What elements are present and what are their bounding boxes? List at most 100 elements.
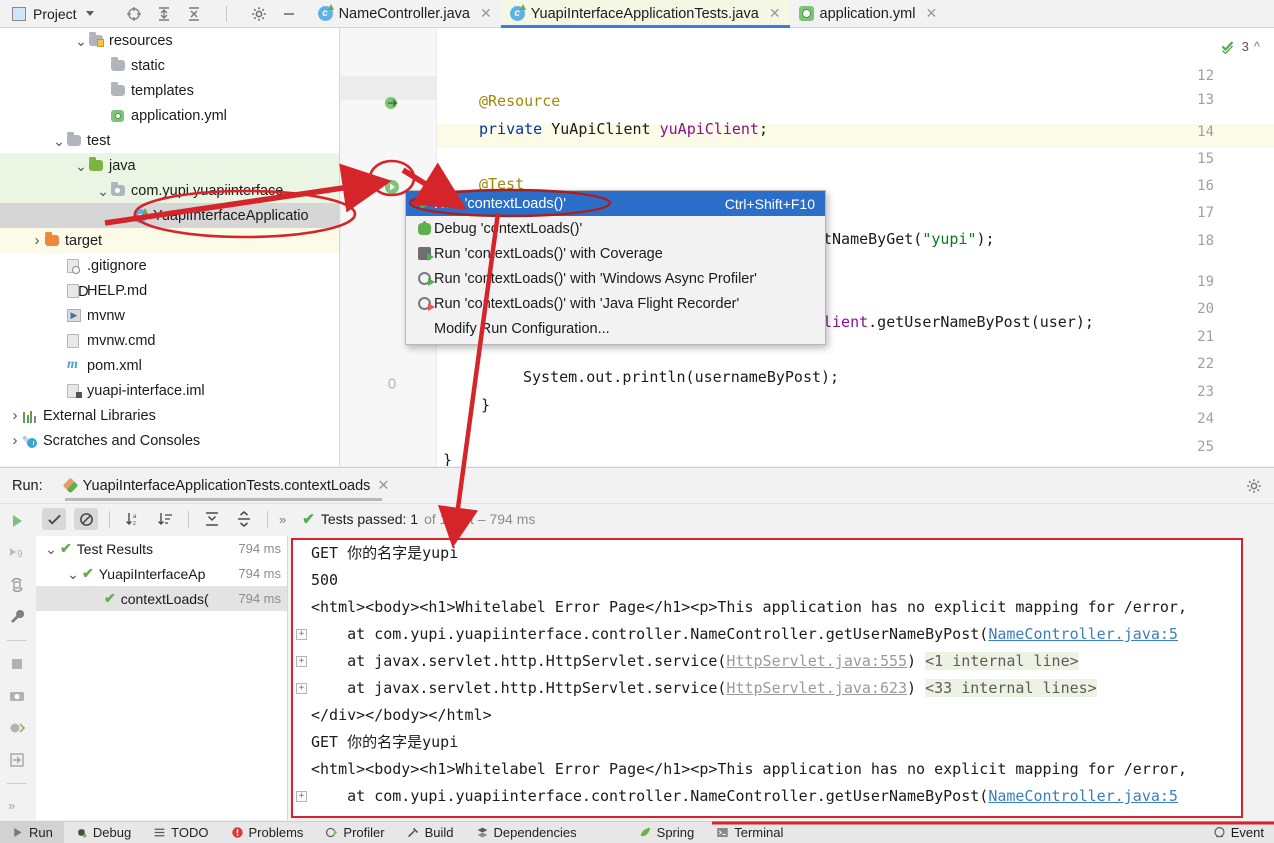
- chevron-down-icon[interactable]: ⌄: [96, 184, 110, 198]
- expand-all-icon[interactable]: [200, 508, 224, 530]
- chevron-up-icon[interactable]: ^: [1254, 39, 1260, 54]
- chevron-down-icon[interactable]: ⌄: [74, 34, 88, 48]
- run-test-gutter-icon[interactable]: [383, 178, 401, 196]
- run-context-menu[interactable]: Run 'contextLoads()' Ctrl+Shift+F10 Debu…: [405, 190, 826, 345]
- statusbar-item-dependencies[interactable]: Dependencies: [465, 822, 588, 843]
- project-tree-row[interactable]: ›✎ Scratches and Consoles: [0, 428, 339, 453]
- statusbar-event-log[interactable]: Event: [1213, 825, 1274, 840]
- close-icon[interactable]: ✕: [480, 5, 492, 22]
- show-ignored-toggle[interactable]: [74, 508, 98, 530]
- close-icon[interactable]: ✕: [377, 478, 389, 494]
- chevron-down-icon[interactable]: ⌄: [44, 542, 58, 556]
- collapse-all-icon[interactable]: [186, 6, 202, 22]
- editor-tab-0[interactable]: c NameController.java ✕: [309, 0, 501, 28]
- statusbar-item-spring[interactable]: Spring: [628, 822, 706, 843]
- project-tree-row[interactable]: .gitignore: [0, 253, 339, 278]
- more-toolbar-actions-icon[interactable]: »: [279, 512, 286, 527]
- fold-expand-icon[interactable]: +: [296, 656, 307, 667]
- fold-expand-icon[interactable]: +: [296, 683, 307, 694]
- sort-by-duration-icon[interactable]: [153, 508, 177, 530]
- fold-expand-icon[interactable]: +: [296, 629, 307, 640]
- project-tree-row[interactable]: ⌄ test: [0, 128, 339, 153]
- chevron-down-icon[interactable]: ⌄: [66, 567, 80, 581]
- stacktrace-link[interactable]: HttpServlet.java:623: [726, 679, 907, 697]
- project-tree-row[interactable]: ▶ mvnw: [0, 303, 339, 328]
- statusbar-item-debug[interactable]: Debug: [64, 822, 142, 843]
- project-view-selector[interactable]: Project: [0, 0, 102, 28]
- chevron-down-icon[interactable]: ⌄: [52, 134, 66, 148]
- project-tree-row[interactable]: ⌄ java: [0, 153, 339, 178]
- test-tree-row[interactable]: ⌄ ✔ YuapiInterfaceAp 794 ms: [36, 561, 287, 586]
- test-duration: 794 ms: [238, 591, 281, 606]
- stacktrace-link[interactable]: HttpServlet.java:555: [726, 652, 907, 670]
- project-tree-row[interactable]: application.yml: [0, 103, 339, 128]
- project-tree-row[interactable]: ⌄ resources: [0, 28, 339, 53]
- gear-icon[interactable]: [251, 6, 267, 22]
- show-passed-toggle[interactable]: [42, 508, 66, 530]
- test-results-tree[interactable]: ⌄ ✔ Test Results 794 ms ⌄ ✔ YuapiInterfaceAp 79…: [36, 536, 288, 820]
- settings-wrench-icon[interactable]: [8, 608, 26, 626]
- stop-icon[interactable]: [8, 655, 26, 673]
- project-tree-row[interactable]: templates: [0, 78, 339, 103]
- project-tree-panel[interactable]: ⌄ resources static templates application.yml…: [0, 28, 340, 466]
- locate-icon[interactable]: [126, 6, 142, 22]
- statusbar-item-build[interactable]: Build: [396, 822, 465, 843]
- expand-all-icon[interactable]: [156, 6, 172, 22]
- code-fold-icon[interactable]: [383, 375, 401, 393]
- project-tree-row[interactable]: m pom.xml: [0, 353, 339, 378]
- toggle-auto-test-icon[interactable]: [8, 576, 26, 594]
- context-menu-item-coverage[interactable]: Run 'contextLoads()' with Coverage: [406, 241, 825, 266]
- project-tree-row[interactable]: yuapi-interface.iml: [0, 378, 339, 403]
- run-configuration-tab[interactable]: YuapiInterfaceApplicationTests.contextLo…: [59, 468, 396, 504]
- line-number: 22: [1197, 356, 1214, 372]
- statusbar-item-run[interactable]: Run: [0, 821, 64, 843]
- inspection-status[interactable]: 3 ^: [1221, 38, 1260, 54]
- context-menu-item-flight-recorder[interactable]: Run 'contextLoads()' with 'Java Flight R…: [406, 291, 825, 316]
- statusbar-item-problems[interactable]: Problems: [220, 822, 315, 843]
- run-tool-header: Run: YuapiInterfaceApplicationTests.cont…: [0, 468, 1274, 504]
- console-output[interactable]: GET 你的名字是yupi 500 <html><body><h1>Whitelab…: [291, 538, 1243, 818]
- stacktrace-link[interactable]: NameController.java:5: [988, 625, 1178, 643]
- stacktrace-link[interactable]: NameController.java:5: [988, 787, 1178, 805]
- screenshot-icon[interactable]: [8, 687, 26, 705]
- statusbar-item-todo[interactable]: TODO: [142, 822, 219, 843]
- rerun-icon[interactable]: [8, 512, 26, 530]
- close-icon[interactable]: ✕: [769, 5, 781, 22]
- context-menu-item-run[interactable]: Run 'contextLoads()' Ctrl+Shift+F10: [406, 191, 825, 216]
- test-tree-row[interactable]: ⌄ ✔ Test Results 794 ms: [36, 536, 287, 561]
- editor-tab-1[interactable]: c YuapiInterfaceApplicationTests.java ✕: [500, 0, 790, 28]
- context-menu-item-modify-config[interactable]: Modify Run Configuration...: [406, 316, 825, 341]
- project-tree-row[interactable]: static: [0, 53, 339, 78]
- editor-tab-2[interactable]: application.yml ✕: [790, 0, 947, 28]
- project-tree-row[interactable]: MDHELP.md: [0, 278, 339, 303]
- project-tree-row[interactable]: › External Libraries: [0, 403, 339, 428]
- internal-lines-fold[interactable]: <33 internal lines>: [925, 679, 1097, 697]
- thread-dump-icon[interactable]: [8, 719, 26, 737]
- hide-panel-icon[interactable]: [281, 6, 297, 22]
- context-menu-item-debug[interactable]: Debug 'contextLoads()': [406, 216, 825, 241]
- internal-lines-fold[interactable]: <1 internal line>: [925, 652, 1079, 670]
- gear-icon[interactable]: [1246, 478, 1262, 494]
- override-method-gutter-icon[interactable]: [383, 94, 401, 112]
- collapse-all-icon[interactable]: [232, 508, 256, 530]
- project-tree-row[interactable]: › target: [0, 228, 339, 253]
- project-tree-row[interactable]: ⌄ com.yupi.yuapiinterface: [0, 178, 339, 203]
- fold-expand-icon[interactable]: +: [296, 791, 307, 802]
- export-icon[interactable]: [8, 751, 26, 769]
- chevron-down-icon[interactable]: ⌄: [74, 159, 88, 173]
- close-icon[interactable]: ✕: [925, 5, 937, 22]
- statusbar-item-profiler[interactable]: Profiler: [314, 822, 395, 843]
- more-actions-icon[interactable]: »: [8, 798, 26, 816]
- project-tree-row[interactable]: c YuapiInterfaceApplicatio: [0, 203, 339, 228]
- sort-alphabetically-icon[interactable]: az: [121, 508, 145, 530]
- test-tree-row[interactable]: ✔ contextLoads(794 ms: [36, 586, 287, 611]
- chevron-right-icon[interactable]: ›: [8, 433, 22, 448]
- inspection-check-icon: [1221, 41, 1233, 54]
- statusbar-item-terminal[interactable]: Terminal: [705, 822, 794, 843]
- chevron-down-icon[interactable]: [85, 11, 94, 16]
- rerun-failed-icon[interactable]: 9: [8, 544, 26, 562]
- chevron-right-icon[interactable]: ›: [8, 408, 22, 423]
- chevron-right-icon[interactable]: ›: [30, 233, 44, 248]
- context-menu-item-async-profiler[interactable]: Run 'contextLoads()' with 'Windows Async…: [406, 266, 825, 291]
- project-tree-row[interactable]: mvnw.cmd: [0, 328, 339, 353]
